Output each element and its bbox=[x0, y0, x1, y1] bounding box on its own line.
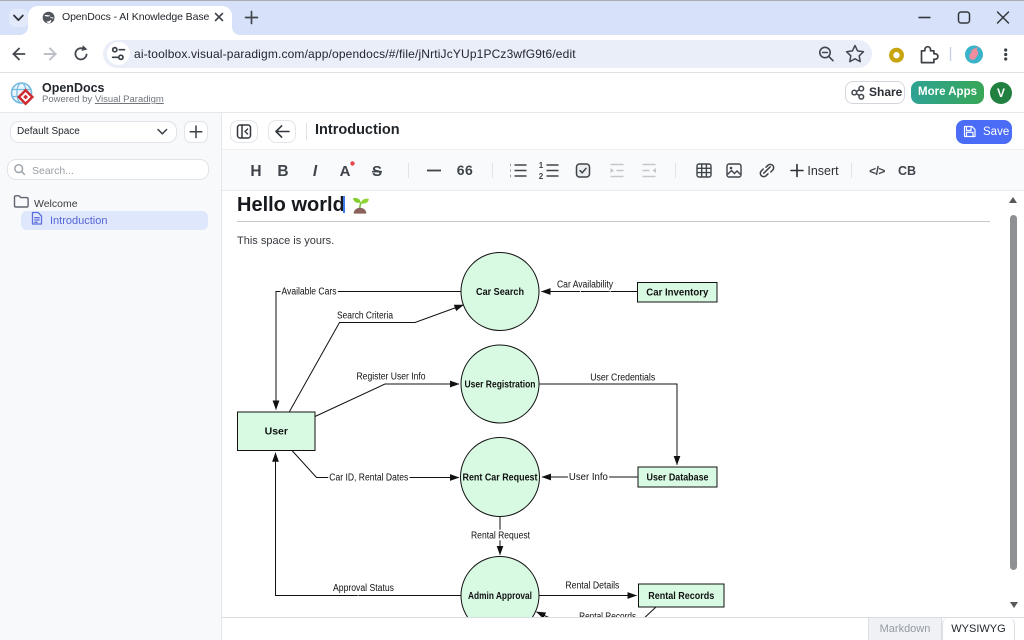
svg-text:A: A bbox=[340, 163, 351, 180]
svg-text:2: 2 bbox=[539, 172, 544, 181]
svg-text:H: H bbox=[250, 163, 261, 180]
svg-text:Search Criteria: Search Criteria bbox=[337, 310, 393, 321]
svg-text:Car Inventory: Car Inventory bbox=[646, 287, 708, 299]
svg-text:66: 66 bbox=[457, 162, 474, 178]
svg-text:</>: </> bbox=[869, 164, 885, 178]
svg-text:S: S bbox=[372, 163, 382, 180]
svg-text:Admin Approval: Admin Approval bbox=[468, 590, 532, 602]
svg-text:Available Cars: Available Cars bbox=[282, 287, 337, 298]
svg-text:Rental Request: Rental Request bbox=[471, 531, 530, 542]
svg-text:User Credentials: User Credentials bbox=[590, 373, 655, 384]
svg-text:Register User Info: Register User Info bbox=[357, 372, 426, 383]
svg-text:Car ID, Rental Dates: Car ID, Rental Dates bbox=[329, 473, 408, 484]
svg-text:Rental Records: Rental Records bbox=[648, 590, 714, 602]
svg-text:B: B bbox=[277, 163, 288, 180]
svg-text:Approval Status: Approval Status bbox=[333, 583, 394, 594]
svg-text:CB: CB bbox=[898, 164, 916, 178]
svg-text:I: I bbox=[313, 163, 318, 180]
svg-text:Car Search: Car Search bbox=[476, 286, 524, 298]
svg-text:Rent Car Request: Rent Car Request bbox=[463, 472, 538, 484]
svg-text:Car Availability: Car Availability bbox=[557, 280, 613, 291]
svg-text:User Registration: User Registration bbox=[465, 379, 536, 391]
svg-text:1: 1 bbox=[539, 161, 544, 170]
svg-text:Insert: Insert bbox=[807, 164, 839, 178]
svg-text:Rental Details: Rental Details bbox=[565, 581, 619, 592]
svg-text:User Database: User Database bbox=[647, 472, 709, 484]
svg-text:User: User bbox=[265, 426, 288, 438]
svg-text:User Info: User Info bbox=[569, 472, 608, 483]
